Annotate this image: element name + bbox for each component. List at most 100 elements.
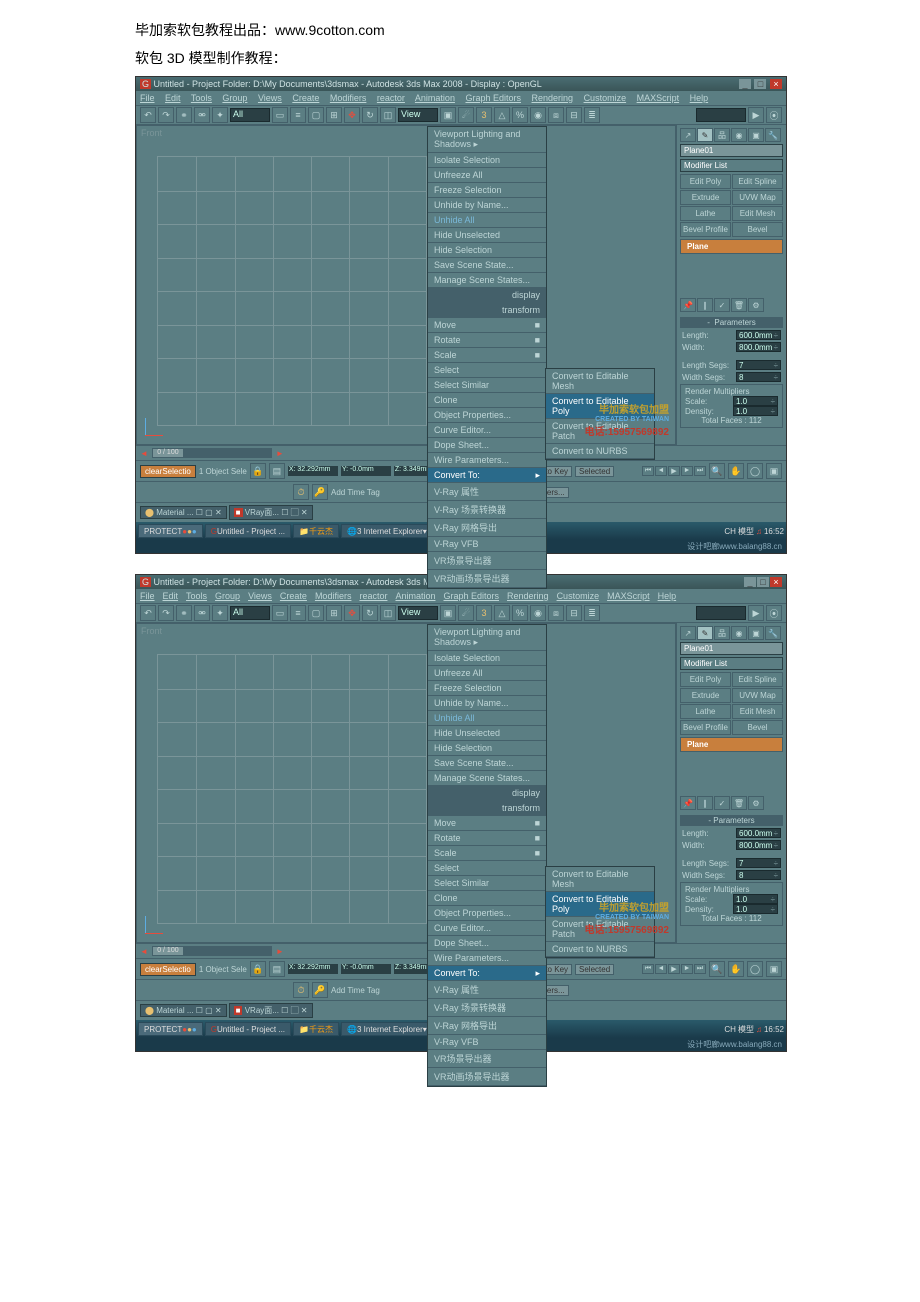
stack-config-2[interactable]: ⚙ [748,796,764,810]
viewport-front[interactable]: Front Viewport Lighting and Shadows ▸ Is… [136,125,676,445]
tab-create[interactable]: ↗ [680,128,696,142]
ctx2-iso[interactable]: Isolate Selection [428,651,546,666]
y-coord[interactable]: Y: -0.0mm [341,466,391,476]
stack-unique-button[interactable]: ✓ [714,298,730,312]
ctx-isolate[interactable]: Isolate Selection [428,153,546,168]
key-mode-icon[interactable]: 🔑 [312,484,328,500]
y-2[interactable]: Y: -0.0mm [341,964,391,974]
width-spinner-2[interactable]: 800.0mm [736,840,781,850]
close-button[interactable]: × [770,79,782,89]
sub2-nurbs[interactable]: Convert to NURBS [546,942,654,957]
ctx-vray-mesh[interactable]: V-Ray 网格导出 [428,519,546,537]
ctx2-move[interactable]: Move ■ [428,816,546,831]
prev-frame[interactable]: ◄ [655,466,667,476]
menu-graph-2[interactable]: Graph Editors [444,591,500,601]
menu-group-2[interactable]: Group [215,591,240,601]
rotate-button[interactable]: ↻ [362,107,378,123]
orbit-2[interactable]: ◯ [747,961,763,977]
sub-nurbs[interactable]: Convert to NURBS [546,444,654,459]
render-2[interactable]: ▶ [748,605,764,621]
menu-reactor-2[interactable]: reactor [359,591,387,601]
rotate-2[interactable]: ↻ [362,605,378,621]
redo-button[interactable]: ↷ [158,107,174,123]
ctx-unhide-all[interactable]: Unhide All [428,213,546,228]
tab-material-2[interactable]: ⬤ Material ... ☐ ▢ ✕ [140,1004,227,1017]
tab-motion[interactable]: ◉ [731,128,747,142]
x-2[interactable]: X: 32.292mm [288,964,338,974]
wseg-spinner-2[interactable]: 8 [736,870,781,880]
ctx-dope-sheet[interactable]: Dope Sheet... [428,438,546,453]
minimize-button[interactable]: _ [739,79,751,89]
redo-2[interactable]: ↷ [158,605,174,621]
menu-group[interactable]: Group [222,93,247,103]
menu-rendering[interactable]: Rendering [532,93,574,103]
undo-2[interactable]: ↶ [140,605,156,621]
prev-2[interactable]: ◄ [655,964,667,974]
menu-customize[interactable]: Customize [584,93,627,103]
btn-editpoly-2[interactable]: Edit Poly [680,672,731,687]
task-folder-2[interactable]: 📁 千云杰 [293,1022,339,1036]
asnap-2[interactable]: △ [494,605,510,621]
undo-button[interactable]: ↶ [140,107,156,123]
stack-pin-2[interactable]: 📌 [680,796,696,810]
tab-util-2[interactable]: 🔧 [765,626,781,640]
menu-views[interactable]: Views [258,93,282,103]
btn-lathe-2[interactable]: Lathe [680,704,731,719]
stack-unique-2[interactable]: ✓ [714,796,730,810]
spinner-snap-button[interactable]: ◉ [530,107,546,123]
scale-spinner[interactable]: 1.0 [733,396,778,406]
ctx2-save-state[interactable]: Save Scene State... [428,756,546,771]
pivot-2[interactable]: ▣ [440,605,456,621]
maximize-button-2[interactable]: □ [757,577,769,587]
pan-2[interactable]: ✋ [728,961,744,977]
ctx2-vray-vfb[interactable]: V-Ray VFB [428,1035,546,1050]
width-segs-spinner[interactable]: 8 [736,372,781,382]
menu-modifiers[interactable]: Modifiers [330,93,367,103]
menu-reactor[interactable]: reactor [377,93,405,103]
ctx-convert-to[interactable]: Convert To: ▸ [428,468,546,483]
length-spinner-2[interactable]: 600.0mm [736,828,781,838]
btn-bevel[interactable]: Bevel [732,222,783,237]
sub-editable-mesh[interactable]: Convert to Editable Mesh [546,369,654,394]
stack-show-2[interactable]: ∥ [697,796,713,810]
clearsel-2[interactable]: clearSelectio [140,963,196,976]
unlink-2[interactable]: ⚮ [194,605,210,621]
tab-create-2[interactable]: ↗ [680,626,696,640]
ctx-save-state[interactable]: Save Scene State... [428,258,546,273]
ctx2-select[interactable]: Select [428,861,546,876]
btn-lathe[interactable]: Lathe [680,206,731,221]
orbit-icon[interactable]: ◯ [747,463,763,479]
ctx-unhide-name[interactable]: Unhide by Name... [428,198,546,213]
window-crossing-button[interactable]: ⊞ [326,107,342,123]
ctx2-manage-state[interactable]: Manage Scene States... [428,771,546,786]
btn-extrude[interactable]: Extrude [680,190,731,205]
btn-edit-spline[interactable]: Edit Spline [732,174,783,189]
ctx2-dope[interactable]: Dope Sheet... [428,936,546,951]
align-2[interactable]: ⊟ [566,605,582,621]
render-preset-2[interactable] [696,606,746,620]
next-2[interactable]: ► [681,964,693,974]
menu-tools-2[interactable]: Tools [186,591,207,601]
lseg-spinner-2[interactable]: 7 [736,858,781,868]
menu-create[interactable]: Create [292,93,319,103]
ctx2-vray-prop[interactable]: V-Ray 属性 [428,981,546,999]
angle-snap-button[interactable]: △ [494,107,510,123]
menu-maxscript-2[interactable]: MAXScript [607,591,650,601]
ref-coord-dropdown[interactable]: View [398,108,438,122]
btn-bevel-2[interactable]: Bevel [732,720,783,735]
menu-help[interactable]: Help [690,93,709,103]
sub2-mesh[interactable]: Convert to Editable Mesh [546,867,654,892]
menu-tools[interactable]: Tools [191,93,212,103]
abs-2[interactable]: ▤ [269,961,285,977]
plane-object[interactable] [157,156,427,426]
abs-button[interactable]: ▤ [269,463,285,479]
unlink-button[interactable]: ⚮ [194,107,210,123]
manip-2[interactable]: ☄ [458,605,474,621]
tab-hier-2[interactable]: 品 [714,626,730,640]
ctx-clone[interactable]: Clone [428,393,546,408]
manip-button[interactable]: ☄ [458,107,474,123]
menu-modifiers-2[interactable]: Modifiers [315,591,352,601]
timeconfig-2[interactable]: ⏱ [293,982,309,998]
ctx-select[interactable]: Select [428,363,546,378]
btn-edit-poly[interactable]: Edit Poly [680,174,731,189]
